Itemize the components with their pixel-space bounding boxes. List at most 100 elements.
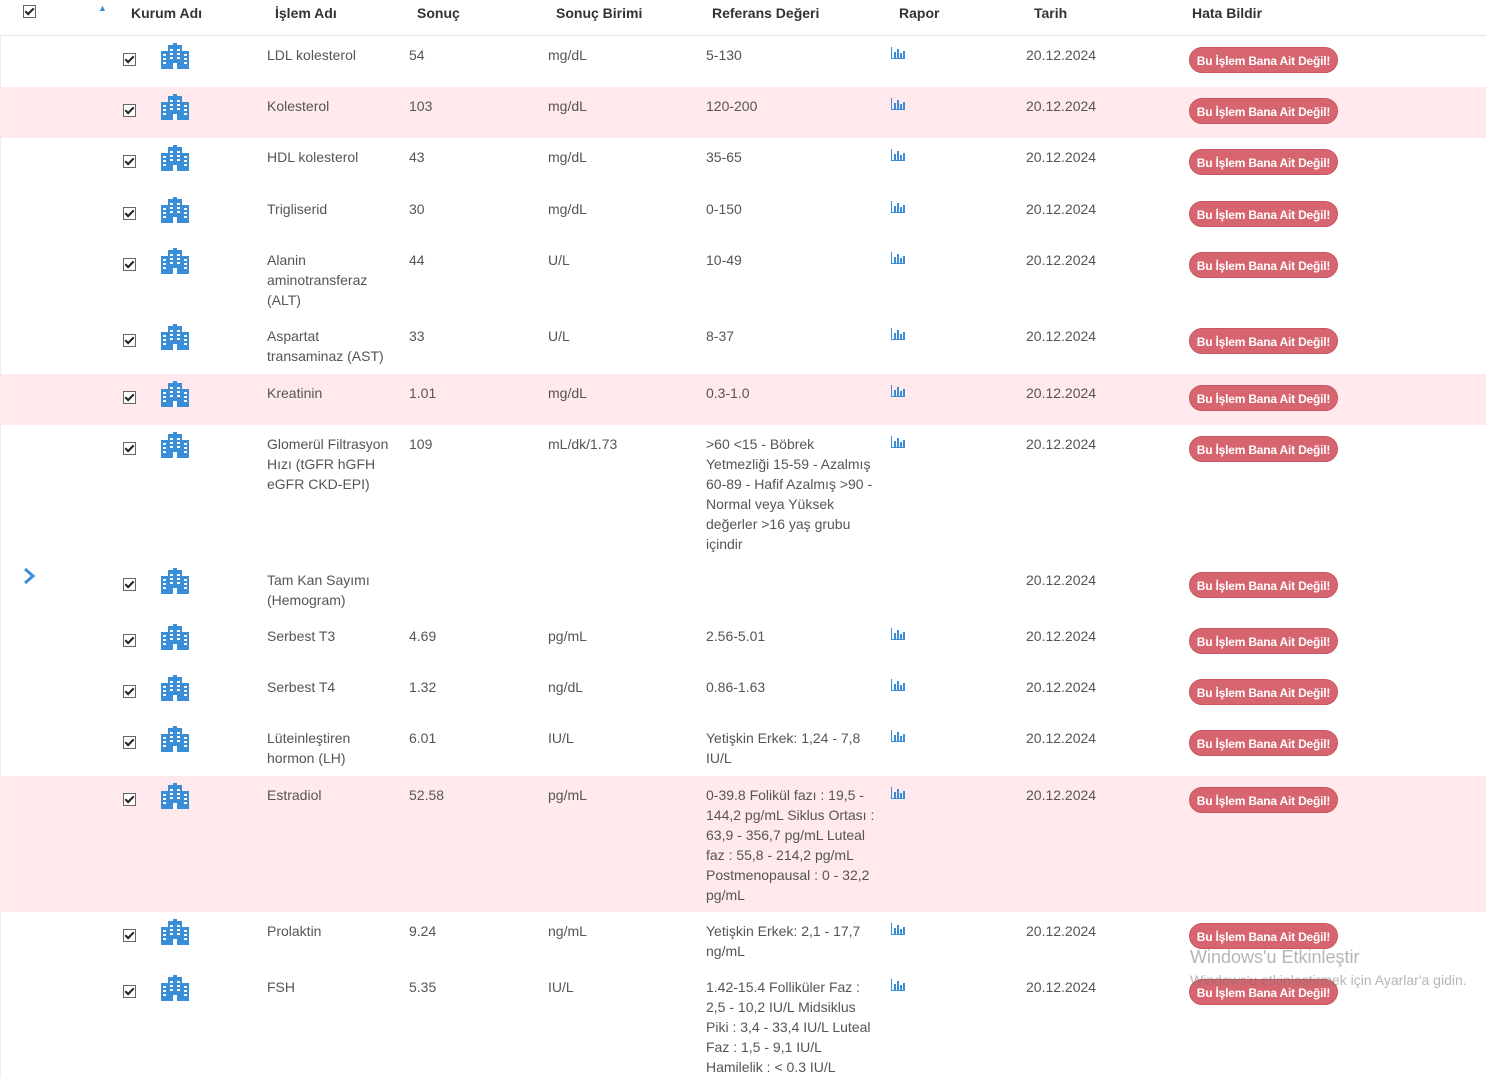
- test-name: Alanin aminotransferaz (ALT): [267, 252, 368, 308]
- bar-chart-icon[interactable]: [891, 978, 905, 991]
- table-row: Tam Kan Sayımı (Hemogram) 20.12.2024 Bu İş…: [0, 561, 1486, 617]
- bar-chart-icon[interactable]: [891, 729, 905, 742]
- test-date: 20.12.2024: [1026, 252, 1097, 268]
- report-error-button[interactable]: Bu İşlem Bana Ait Değil!: [1189, 628, 1338, 654]
- test-date: 20.12.2024: [1026, 436, 1097, 452]
- test-date: 20.12.2024: [1026, 679, 1097, 695]
- report-error-button[interactable]: Bu İşlem Bana Ait Değil!: [1189, 385, 1338, 411]
- col-birim[interactable]: Sonuç Birimi: [556, 5, 642, 21]
- row-checkbox[interactable]: [123, 685, 136, 698]
- col-sonuc[interactable]: Sonuç: [417, 5, 460, 21]
- row-checkbox[interactable]: [123, 334, 136, 347]
- col-referans[interactable]: Referans Değeri: [712, 5, 819, 21]
- col-rapor[interactable]: Rapor: [899, 5, 939, 21]
- test-result: 6.01: [409, 730, 437, 746]
- result-unit: ng/mL: [548, 923, 587, 939]
- bar-chart-icon[interactable]: [891, 46, 905, 59]
- row-checkbox[interactable]: [123, 578, 136, 591]
- bar-chart-icon[interactable]: [891, 627, 905, 640]
- report-error-button[interactable]: Bu İşlem Bana Ait Değil!: [1189, 252, 1338, 278]
- result-unit: mg/dL: [548, 201, 587, 217]
- table-row: Estradiol 52.58 pg/mL 0-39.8 Folikül fazı :…: [0, 776, 1486, 912]
- bar-chart-icon[interactable]: [891, 97, 905, 110]
- bar-chart-icon[interactable]: [891, 327, 905, 340]
- bar-chart-icon[interactable]: [891, 678, 905, 691]
- hospital-building-icon: [161, 783, 189, 809]
- result-unit: pg/mL: [548, 787, 587, 803]
- test-date: 20.12.2024: [1026, 385, 1097, 401]
- test-name: Serbest T4: [267, 679, 336, 695]
- test-name: Prolaktin: [267, 923, 322, 939]
- table-row: Aspartat transaminaz (AST) 33 U/L 8-37 20.12…: [0, 317, 1486, 374]
- report-error-button[interactable]: Bu İşlem Bana Ait Değil!: [1189, 328, 1338, 354]
- bar-chart-icon[interactable]: [891, 435, 905, 448]
- result-unit: mL/dk/1.73: [548, 436, 618, 452]
- table-row: Serbest T4 1.32 ng/dL 0.86-1.63 20.12.2024 Bu…: [0, 668, 1486, 719]
- report-error-button[interactable]: Bu İşlem Bana Ait Değil!: [1189, 679, 1338, 705]
- reference-range: Yetişkin Erkek: 2,1 - 17,7 ng/mL: [706, 923, 861, 959]
- test-date: 20.12.2024: [1026, 730, 1097, 746]
- reference-range: 8-37: [706, 328, 735, 344]
- row-checkbox[interactable]: [123, 155, 136, 168]
- report-error-button[interactable]: Bu İşlem Bana Ait Değil!: [1189, 787, 1338, 813]
- test-date: 20.12.2024: [1026, 201, 1097, 217]
- bar-chart-icon[interactable]: [891, 384, 905, 397]
- reference-range: 10-49: [706, 252, 742, 268]
- report-error-button[interactable]: Bu İşlem Bana Ait Değil!: [1189, 923, 1338, 949]
- bar-chart-icon[interactable]: [891, 200, 905, 213]
- table-row: Alanin aminotransferaz (ALT) 44 U/L 10-49 20…: [0, 241, 1486, 317]
- row-checkbox[interactable]: [123, 793, 136, 806]
- col-tarih[interactable]: Tarih: [1034, 5, 1067, 21]
- hospital-building-icon: [161, 324, 189, 350]
- report-error-button[interactable]: Bu İşlem Bana Ait Değil!: [1189, 572, 1338, 598]
- chevron-right-icon[interactable]: [21, 567, 37, 585]
- row-checkbox[interactable]: [123, 634, 136, 647]
- sort-asc-icon[interactable]: ▲: [98, 3, 107, 13]
- report-error-button[interactable]: Bu İşlem Bana Ait Değil!: [1189, 47, 1338, 73]
- hospital-building-icon: [161, 94, 189, 120]
- select-all-checkbox[interactable]: [23, 5, 36, 18]
- col-hata[interactable]: Hata Bildir: [1192, 5, 1262, 21]
- lab-results-grid: ▲ Kurum Adı İşlem Adı Sonuç Sonuç Birimi…: [0, 0, 1486, 1078]
- test-result: 43: [409, 149, 425, 165]
- reference-range: 120-200: [706, 98, 758, 114]
- row-checkbox[interactable]: [123, 929, 136, 942]
- reference-range: 0-39.8 Folikül fazı : 19,5 - 144,2 pg/mL…: [706, 787, 875, 903]
- reference-range: >60 <15 - Böbrek Yetmezliği 15-59 - Azal…: [706, 436, 873, 552]
- reference-range: 0-150: [706, 201, 742, 217]
- report-error-button[interactable]: Bu İşlem Bana Ait Değil!: [1189, 436, 1338, 462]
- table-row: LDL kolesterol 54 mg/dL 5-130 20.12.2024 Bu İ…: [0, 36, 1486, 87]
- bar-chart-icon[interactable]: [891, 148, 905, 161]
- bar-chart-icon[interactable]: [891, 786, 905, 799]
- bar-chart-icon[interactable]: [891, 251, 905, 264]
- test-name: LDL kolesterol: [267, 47, 356, 63]
- test-date: 20.12.2024: [1026, 572, 1097, 588]
- row-checkbox[interactable]: [123, 985, 136, 998]
- table-row: Serbest T3 4.69 pg/mL 2.56-5.01 20.12.2024 Bu…: [0, 617, 1486, 668]
- col-islem[interactable]: İşlem Adı: [275, 5, 337, 21]
- report-error-button[interactable]: Bu İşlem Bana Ait Değil!: [1189, 730, 1338, 756]
- col-kurum[interactable]: Kurum Adı: [131, 5, 202, 21]
- test-result: 9.24: [409, 923, 437, 939]
- row-checkbox[interactable]: [123, 442, 136, 455]
- test-name: Trigliserid: [267, 201, 328, 217]
- row-checkbox[interactable]: [123, 258, 136, 271]
- table-row: Glomerül Filtrasyon Hızı (tGFR hGFH eGFR…: [0, 425, 1486, 561]
- hospital-building-icon: [161, 919, 189, 945]
- row-checkbox[interactable]: [123, 104, 136, 117]
- row-checkbox[interactable]: [123, 736, 136, 749]
- test-name: Lüteinleştiren hormon (LH): [267, 730, 351, 766]
- report-error-button[interactable]: Bu İşlem Bana Ait Değil!: [1189, 98, 1338, 124]
- bar-chart-icon[interactable]: [891, 922, 905, 935]
- table-row: Kolesterol 103 mg/dL 120-200 20.12.2024 Bu İş…: [0, 87, 1486, 138]
- result-unit: mg/dL: [548, 98, 587, 114]
- report-error-button[interactable]: Bu İşlem Bana Ait Değil!: [1189, 201, 1338, 227]
- hospital-building-icon: [161, 624, 189, 650]
- hospital-building-icon: [161, 381, 189, 407]
- report-error-button[interactable]: Bu İşlem Bana Ait Değil!: [1189, 149, 1338, 175]
- hospital-building-icon: [161, 248, 189, 274]
- row-checkbox[interactable]: [123, 53, 136, 66]
- test-result: 30: [409, 201, 425, 217]
- row-checkbox[interactable]: [123, 207, 136, 220]
- row-checkbox[interactable]: [123, 391, 136, 404]
